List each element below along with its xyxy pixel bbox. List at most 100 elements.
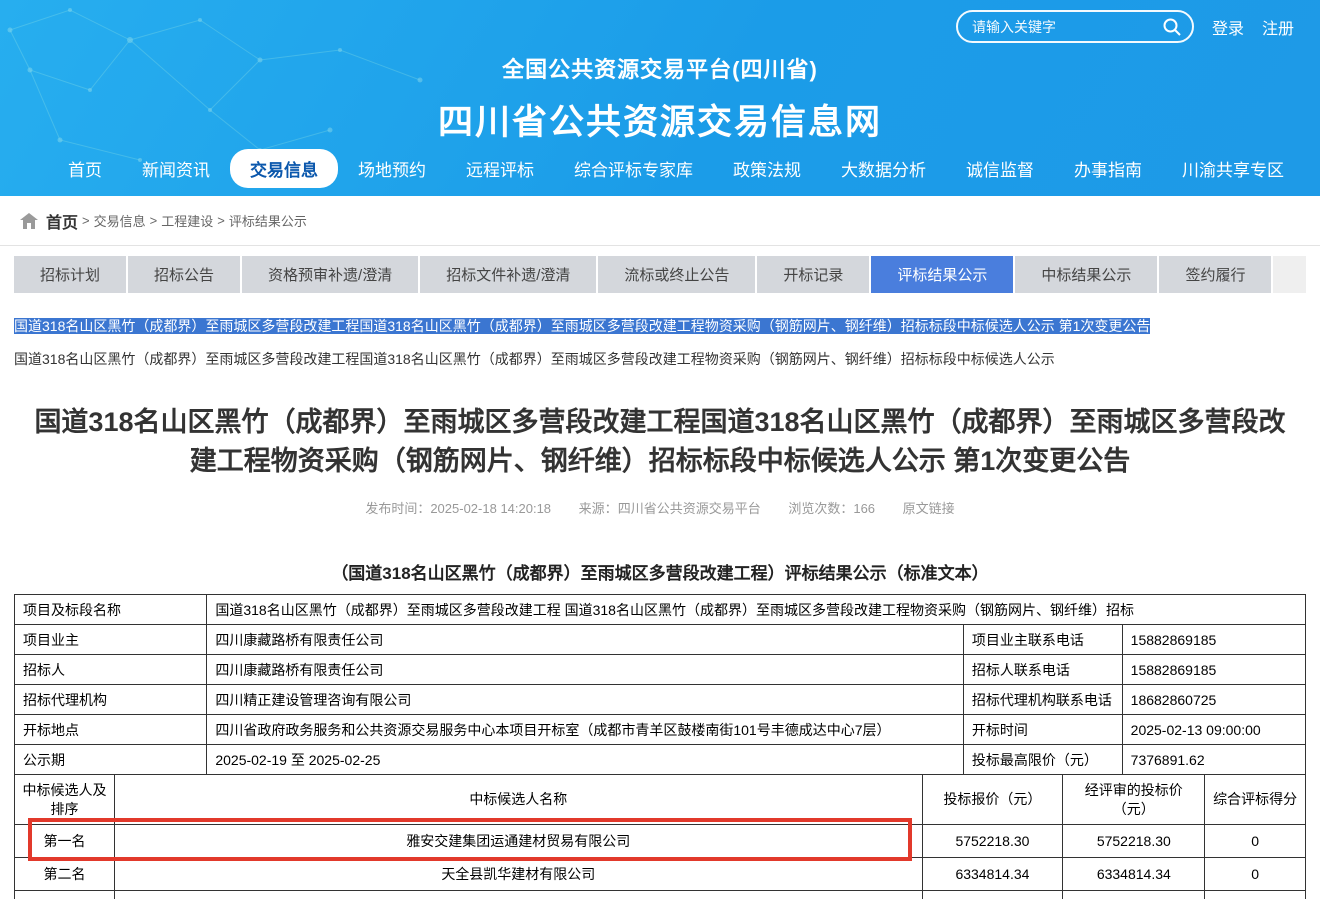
publish-time-value: 2025-02-18 14:20:18 (430, 501, 551, 516)
detail-label: 开标地点 (15, 715, 207, 745)
site-titles: 全国公共资源交易平台(四川省) 四川省公共资源交易信息网 (0, 52, 1320, 145)
reviewed-price-cell: 5752218.30 (1063, 825, 1205, 858)
nav-item-venue-booking[interactable]: 场地预约 (338, 149, 446, 188)
table-row: 招标人 四川康藏路桥有限责任公司 招标人联系电话 15882869185 (15, 655, 1306, 685)
detail-label: 项目业主 (15, 625, 207, 655)
reviewed-price-cell: 6334814.34 (1063, 858, 1205, 891)
detail-value: 国道318名山区黑竹（成都界）至雨城区多营段改建工程 国道318名山区黑竹（成都… (207, 595, 1306, 625)
home-icon (20, 213, 38, 229)
main-nav: 首页 新闻资讯 交易信息 场地预约 远程评标 综合评标专家库 政策法规 大数据分… (0, 149, 1320, 188)
listing-item[interactable]: 国道318名山区黑竹（成都界）至雨城区多营段改建工程国道318名山区黑竹（成都界… (14, 349, 1306, 369)
nav-item-big-data[interactable]: 大数据分析 (821, 149, 946, 188)
col-header-rank: 中标候选人及排序 (15, 775, 115, 825)
candidates-table: 中标候选人及排序 中标候选人名称 投标报价（元） 经评审的投标价（元） 综合评标… (14, 774, 1306, 899)
login-link[interactable]: 登录 (1212, 15, 1244, 39)
project-details-table: 项目及标段名称 国道318名山区黑竹（成都界）至雨城区多营段改建工程 国道318… (14, 594, 1306, 775)
detail-label: 投标最高限价（元） (963, 745, 1122, 775)
listing-item-selected[interactable]: 国道318名山区黑竹（成都界）至雨城区多营段改建工程国道318名山区黑竹（成都界… (14, 318, 1306, 335)
nav-item-policies[interactable]: 政策法规 (713, 149, 821, 188)
nav-item-chuanyu-zone[interactable]: 川渝共享专区 (1162, 149, 1304, 188)
detail-label: 项目业主联系电话 (963, 625, 1122, 655)
col-header-score: 综合评标得分 (1205, 775, 1306, 825)
detail-value: 15882869185 (1122, 625, 1305, 655)
original-link[interactable]: 原文链接 (903, 501, 955, 516)
candidate-name-cell: 天全县凯华建材有限公司 (115, 858, 923, 891)
detail-label: 招标代理机构联系电话 (963, 685, 1122, 715)
page: 登录 注册 全国公共资源交易平台(四川省) 四川省公共资源交易信息网 首页 新闻… (0, 0, 1320, 899)
detail-value: 2025-02-19 至 2025-02-25 (207, 745, 964, 775)
views-value: 166 (853, 501, 875, 516)
table-row: 第二名 天全县凯华建材有限公司 6334814.34 6334814.34 0 (15, 858, 1306, 891)
source-value: 四川省公共资源交易平台 (618, 501, 761, 516)
candidate-name-cell (115, 891, 923, 899)
tab-evaluation-result[interactable]: 评标结果公示 (871, 256, 1013, 293)
search-box[interactable] (956, 10, 1194, 43)
rank-cell: 第一名 (15, 825, 115, 858)
tab-strip-filler (1273, 256, 1306, 293)
search-icon[interactable] (1162, 17, 1182, 37)
bid-price-cell: 6334814.34 (922, 858, 1063, 891)
score-cell: 0 (1205, 858, 1306, 891)
tab-bidding-plan[interactable]: 招标计划 (14, 256, 126, 293)
detail-label: 项目及标段名称 (15, 595, 207, 625)
register-link[interactable]: 注册 (1262, 15, 1294, 39)
nav-item-trade-info[interactable]: 交易信息 (230, 149, 338, 188)
detail-label: 招标代理机构 (15, 685, 207, 715)
breadcrumb-engineering[interactable]: 工程建设 (161, 211, 213, 230)
breadcrumb-evaluation-result[interactable]: 评标结果公示 (229, 211, 307, 230)
nav-item-remote-evaluation[interactable]: 远程评标 (446, 149, 554, 188)
article-meta: 发布时间：2025-02-18 14:20:18 来源：四川省公共资源交易平台 … (0, 498, 1320, 517)
page-title: 国道318名山区黑竹（成都界）至雨城区多营段改建工程国道318名山区黑竹（成都界… (26, 403, 1294, 481)
tab-failed-or-terminated[interactable]: 流标或终止公告 (598, 256, 755, 293)
detail-value: 18682860725 (1122, 685, 1305, 715)
search-input[interactable] (972, 19, 1162, 35)
candidates-table-wrap: 中标候选人及排序 中标候选人名称 投标报价（元） 经评审的投标价（元） 综合评标… (0, 774, 1320, 899)
breadcrumb-home[interactable]: 首页 (46, 209, 78, 233)
tab-bidding-announcement[interactable]: 招标公告 (128, 256, 240, 293)
col-header-candidate-name: 中标候选人名称 (115, 775, 923, 825)
rank-cell: 第二名 (15, 858, 115, 891)
score-cell (1205, 891, 1306, 899)
detail-value: 四川精正建设管理咨询有限公司 (207, 685, 964, 715)
site-header: 登录 注册 全国公共资源交易平台(四川省) 四川省公共资源交易信息网 首页 新闻… (0, 0, 1320, 196)
notice-section-title: （国道318名山区黑竹（成都界）至雨城区多营段改建工程）评标结果公示（标准文本） (0, 559, 1320, 584)
breadcrumb-separator: > (82, 213, 90, 228)
col-header-bid-price: 投标报价（元） (922, 775, 1063, 825)
nav-item-expert-pool[interactable]: 综合评标专家库 (554, 149, 713, 188)
col-header-reviewed-price: 经评审的投标价（元） (1063, 775, 1205, 825)
nav-item-guide[interactable]: 办事指南 (1054, 149, 1162, 188)
breadcrumb-separator: > (150, 213, 158, 228)
detail-label: 公示期 (15, 745, 207, 775)
detail-value: 7376891.62 (1122, 745, 1305, 775)
listing-item-selected-text: 国道318名山区黑竹（成都界）至雨城区多营段改建工程国道318名山区黑竹（成都界… (14, 318, 1150, 334)
detail-label: 招标人 (15, 655, 207, 685)
nav-item-news[interactable]: 新闻资讯 (122, 149, 230, 188)
tab-contract-performance[interactable]: 签约履行 (1159, 256, 1271, 293)
table-row: 开标地点 四川省政府政务服务和公共资源交易服务中心本项目开标室（成都市青羊区鼓楼… (15, 715, 1306, 745)
detail-value: 四川省政府政务服务和公共资源交易服务中心本项目开标室（成都市青羊区鼓楼南街101… (207, 715, 964, 745)
tab-strip: 招标计划 招标公告 资格预审补遗/澄清 招标文件补遗/澄清 流标或终止公告 开标… (14, 256, 1306, 293)
table-row: 第一名 雅安交建集团运通建材贸易有限公司 5752218.30 5752218.… (15, 825, 1306, 858)
tab-document-addendum[interactable]: 招标文件补遗/澄清 (420, 256, 596, 293)
bid-price-cell (922, 891, 1063, 899)
nav-item-home[interactable]: 首页 (48, 149, 122, 188)
detail-value: 四川康藏路桥有限责任公司 (207, 655, 964, 685)
table-row: 招标代理机构 四川精正建设管理咨询有限公司 招标代理机构联系电话 1868286… (15, 685, 1306, 715)
detail-label: 开标时间 (963, 715, 1122, 745)
detail-value: 四川康藏路桥有限责任公司 (207, 625, 964, 655)
breadcrumb: 首页 > 交易信息 > 工程建设 > 评标结果公示 (0, 196, 1320, 246)
table-row: 项目及标段名称 国道318名山区黑竹（成都界）至雨城区多营段改建工程 国道318… (15, 595, 1306, 625)
table-header-row: 中标候选人及排序 中标候选人名称 投标报价（元） 经评审的投标价（元） 综合评标… (15, 775, 1306, 825)
detail-value: 2025-02-13 09:00:00 (1122, 715, 1305, 745)
tab-award-result[interactable]: 中标结果公示 (1015, 256, 1157, 293)
breadcrumb-trade-info[interactable]: 交易信息 (94, 211, 146, 230)
bid-price-cell: 5752218.30 (922, 825, 1063, 858)
tab-prequalification-addendum[interactable]: 资格预审补遗/澄清 (242, 256, 418, 293)
candidate-name-cell: 雅安交建集团运通建材贸易有限公司 (115, 825, 923, 858)
tab-opening-record[interactable]: 开标记录 (757, 256, 869, 293)
breadcrumb-separator: > (217, 213, 225, 228)
detail-value: 15882869185 (1122, 655, 1305, 685)
site-title-top: 全国公共资源交易平台(四川省) (0, 52, 1320, 84)
nav-item-integrity[interactable]: 诚信监督 (946, 149, 1054, 188)
score-cell: 0 (1205, 825, 1306, 858)
